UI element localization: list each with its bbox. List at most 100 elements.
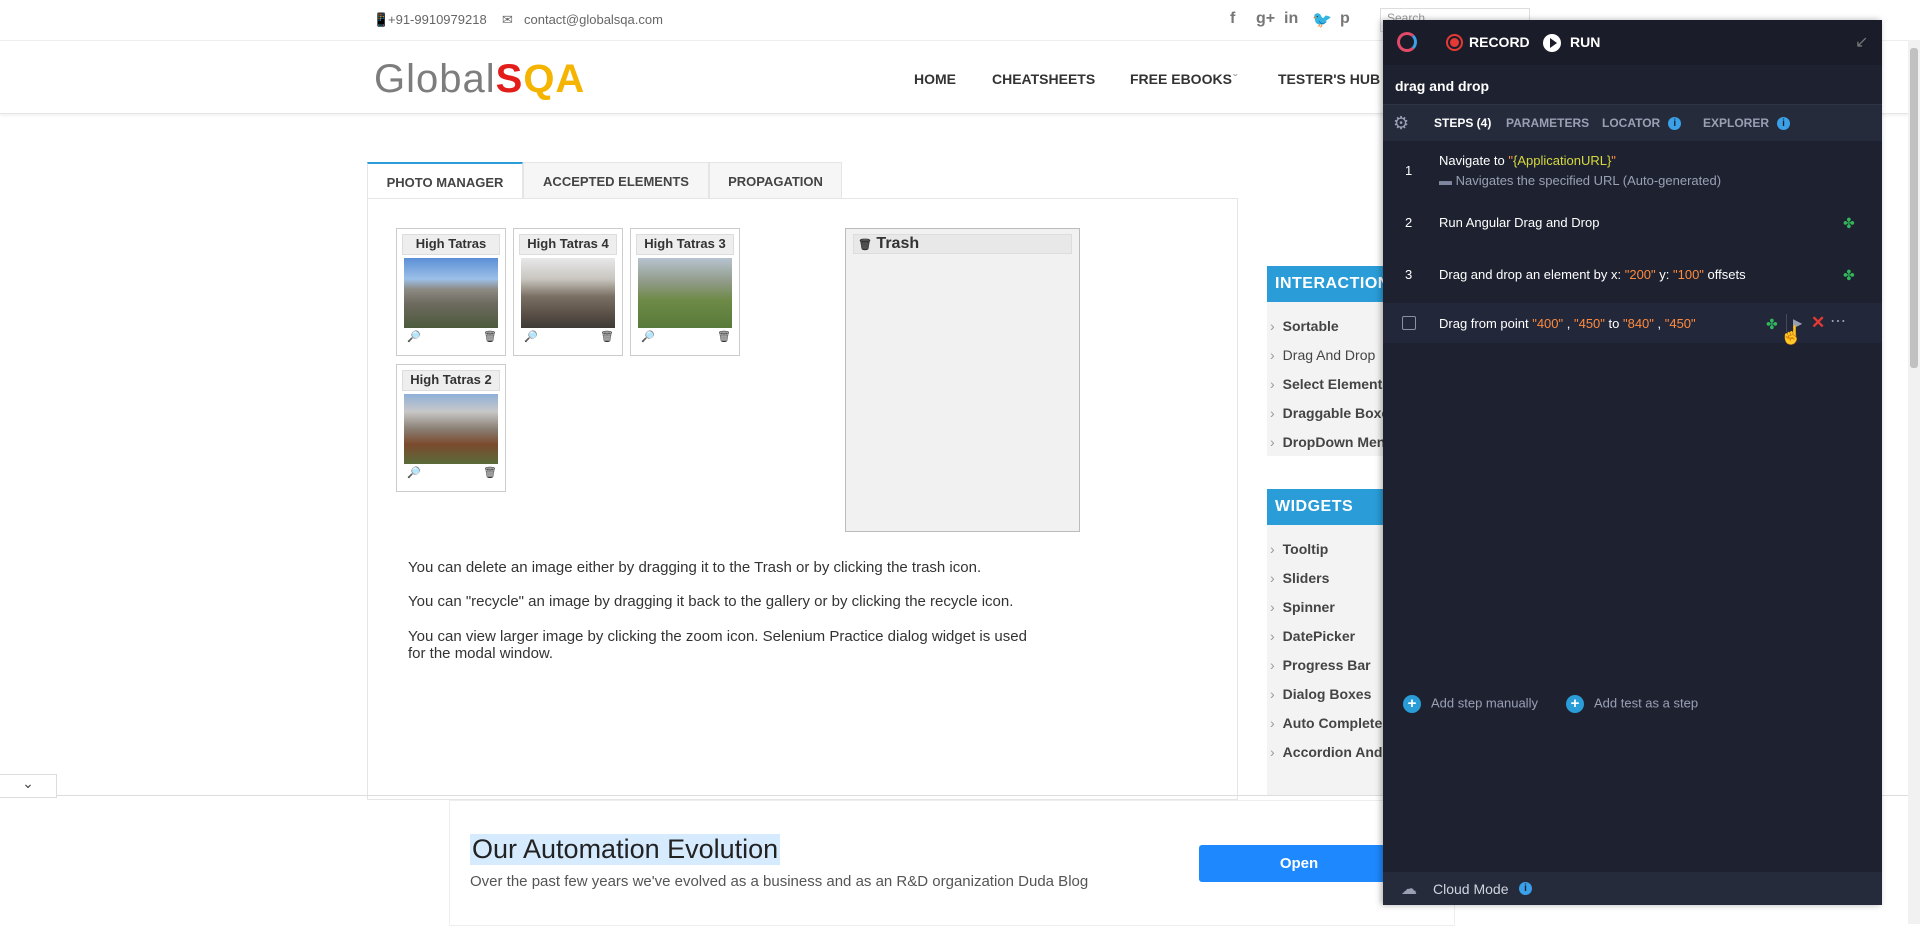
zoom-icon[interactable]: 🔎 [407,330,421,343]
sidebar-item-progress-bar[interactable]: › Progress Bar [1270,657,1371,673]
tab-steps[interactable]: STEPS (4) [1434,116,1491,130]
puzzle-icon: ✤ [1843,267,1855,283]
sidebar-item-drag-and-drop[interactable]: › Drag And Drop [1270,347,1375,363]
tab-locator[interactable]: LOCATOR i [1602,116,1682,131]
nav-free-ebooks[interactable]: FREE EBOOKS [1130,71,1232,87]
sidebar-item-sortable[interactable]: › Sortable [1270,318,1339,334]
step-number: 3 [1405,267,1413,282]
tab-parameters[interactable]: PARAMETERS [1506,116,1589,130]
sidebar-item-tooltip[interactable]: › Tooltip [1270,541,1328,557]
google-plus-icon[interactable]: g+ [1256,10,1275,28]
cloud-mode-bar[interactable]: ☁ Cloud Mode i [1383,872,1882,905]
sidebar-item-select-elements[interactable]: › Select Elements [1270,376,1390,392]
record-button[interactable]: RECORD [1469,34,1530,50]
chevron-down-icon[interactable]: ⌄ [0,774,57,798]
app-logo-icon [1397,32,1417,52]
sidebar-item-sliders[interactable]: › Sliders [1270,570,1329,586]
run-icon[interactable] [1543,34,1561,52]
sidebar-item-auto-complete[interactable]: › Auto Complete [1270,715,1382,731]
tab-propagation[interactable]: PROPAGATION [709,162,842,199]
ad-banner: Our Automation Evolution Over the past f… [449,800,1455,926]
info-icon: i [1668,117,1682,131]
more-options-icon[interactable]: ⋯ [1830,311,1846,331]
record-icon[interactable] [1446,34,1463,51]
ad-title[interactable]: Our Automation Evolution [470,834,781,865]
recorder-toolbar: RECORD RUN ↙ [1383,20,1882,65]
add-test-as-step-button[interactable]: + Add test as a step [1566,695,1698,713]
trash-icon[interactable]: 🗑 [717,330,731,343]
collapse-icon[interactable]: ↙ [1855,32,1868,52]
mail-icon: ✉ [502,12,513,27]
trash-icon[interactable]: 🗑 [483,466,497,479]
sidebar-item-spinner[interactable]: › Spinner [1270,599,1335,615]
phone-number: +91-9910979218 [388,12,487,27]
info-icon: i [1777,117,1791,131]
scrollbar-thumb[interactable] [1910,48,1918,368]
mountain-photo[interactable] [638,258,732,328]
tab-explorer[interactable]: EXPLORER i [1703,116,1791,131]
gallery-item[interactable]: High Tatras 3 🔎 🗑 [630,228,740,356]
recorder-tabs: ⚙ STEPS (4) PARAMETERS LOCATOR i EXPLORER… [1383,105,1882,141]
ad-open-button[interactable]: Open [1199,845,1399,882]
trash-header: 🗑 Trash [853,234,1072,254]
help-text: You can delete an image either by draggi… [408,559,982,576]
facebook-icon[interactable]: f [1230,10,1235,28]
linkedin-icon[interactable]: in [1284,10,1298,28]
photo-title: High Tatras 3 [636,234,734,255]
page-scrollbar[interactable] [1908,40,1920,924]
gallery-item[interactable]: High Tatras 2 🔎 🗑 [396,364,506,492]
nav-cheatsheets[interactable]: CHEATSHEETS [992,71,1095,87]
zoom-icon[interactable]: 🔎 [524,330,538,343]
photo-title: High Tatras [402,234,500,255]
email-link[interactable]: contact@globalsqa.com [524,12,663,27]
cloud-icon: ☁ [1401,881,1417,898]
mountain-photo[interactable] [404,394,498,464]
comment-icon: ▬ [1439,173,1452,188]
plus-icon: + [1403,695,1421,713]
sidebar-item-dropdown-menu[interactable]: › DropDown Menu [1270,434,1394,450]
gallery-item[interactable]: High Tatras 🔎 🗑 [396,228,506,356]
trash-icon[interactable]: 🗑 [483,330,497,343]
mountain-photo[interactable] [521,258,615,328]
step-number: 2 [1405,215,1413,230]
puzzle-icon: ✤ [1766,316,1778,332]
step-text: Drag and drop an element by x: "200" y: … [1439,267,1746,282]
ad-subtitle: Over the past few years we've evolved as… [470,873,1089,890]
tab-photo-manager[interactable]: PHOTO MANAGER [367,162,523,199]
trash-icon[interactable]: 🗑 [600,330,614,343]
sidebar-item-dialog-boxes[interactable]: › Dialog Boxes [1270,686,1371,702]
twitter-icon[interactable]: 🐦 [1312,10,1332,30]
nav-testers-hub[interactable]: TESTER'S HUB [1278,71,1380,87]
trash-icon: 🗑 [858,239,872,251]
step-checkbox[interactable] [1402,316,1416,330]
nav-home[interactable]: HOME [914,71,956,87]
tab-accepted-elements[interactable]: ACCEPTED ELEMENTS [523,162,709,199]
sidebar-item-draggable-boxes[interactable]: › Draggable Boxes [1270,405,1397,421]
photo-title: High Tatras 4 [519,234,617,255]
trash-dropzone[interactable]: 🗑 Trash [845,228,1080,532]
chevron-down-icon: ˇ [1233,71,1238,87]
gear-icon[interactable]: ⚙ [1393,113,1409,134]
test-title[interactable]: drag and drop [1395,78,1489,94]
info-icon: i [1519,882,1532,895]
run-button[interactable]: RUN [1570,34,1600,50]
phone-icon: 📱 [373,12,390,27]
add-step-manually-button[interactable]: + Add step manually [1403,695,1538,713]
step-row[interactable]: 3 Drag and drop an element by x: "200" y… [1383,265,1882,305]
sidebar-item-datepicker[interactable]: › DatePicker [1270,628,1355,644]
step-row[interactable]: Drag from point "400" , "450" to "840" ,… [1383,303,1882,345]
mountain-photo[interactable] [404,258,498,328]
globalsqa-logo[interactable]: GlobalSQA [374,57,585,102]
delete-step-icon[interactable]: ✕ [1811,313,1825,333]
zoom-icon[interactable]: 🔎 [641,330,655,343]
photo-title: High Tatras 2 [402,370,500,391]
step-text: Navigate to "{ApplicationURL}" [1439,153,1616,168]
pinterest-icon[interactable]: p [1340,10,1350,28]
step-row[interactable]: 2 Run Angular Drag and Drop ✤ [1383,213,1882,253]
step-number: 1 [1405,163,1413,178]
zoom-icon[interactable]: 🔎 [407,466,421,479]
help-text: You can "recycle" an image by dragging i… [408,593,1014,610]
step-row[interactable]: 1 Navigate to "{ApplicationURL}" ▬ Navig… [1383,151,1882,197]
recorder-panel: RECORD RUN ↙ drag and drop ⚙ STEPS (4) P… [1383,20,1882,905]
gallery-item[interactable]: High Tatras 4 🔎 🗑 [513,228,623,356]
